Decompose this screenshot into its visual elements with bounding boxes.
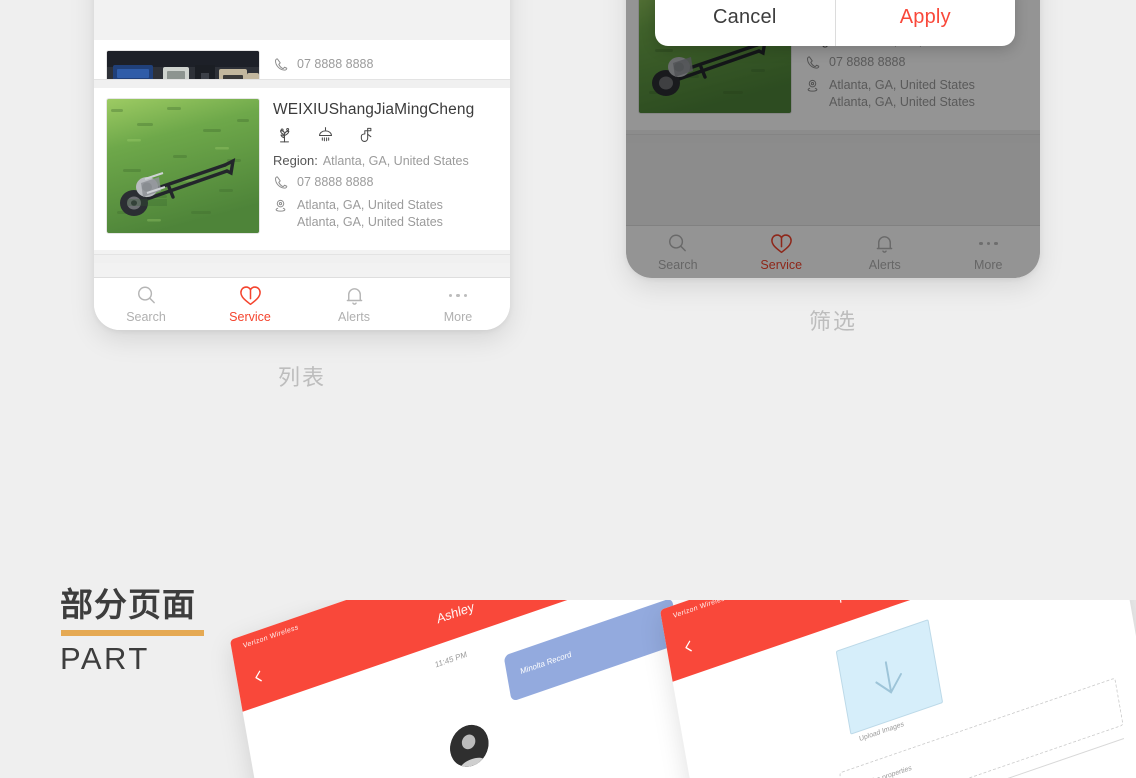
caption-filter: 筛选	[808, 310, 857, 335]
location-pin-icon	[273, 197, 291, 213]
perspective-mockup-area: Verizon Wireless 100% 4:21 PM Ashley 11:…	[0, 600, 1136, 778]
shop-thumbnail[interactable]	[106, 98, 260, 234]
phone-row: 07 8888 8888	[273, 174, 498, 191]
region-row: Region: Atlanta, GA, United States	[273, 153, 498, 168]
heart-icon	[238, 284, 263, 307]
tab-label: Service	[229, 310, 271, 324]
apply-button[interactable]: Apply	[836, 0, 1016, 46]
perspective-title: Ashley	[435, 600, 476, 627]
bottom-tab-bar: Search Service Alerts More	[94, 277, 510, 330]
back-arrow-icon[interactable]	[680, 636, 699, 662]
sprinkler-shower-icon	[316, 126, 335, 145]
tab-label: Search	[126, 310, 166, 324]
bell-icon	[343, 284, 366, 307]
status-carrier: Verizon Wireless	[672, 600, 730, 621]
phone-number: 07 8888 8888	[297, 175, 374, 189]
phone-icon	[273, 174, 291, 190]
more-dots-icon	[448, 285, 468, 307]
region-value: Atlanta, GA, United States	[322, 154, 469, 168]
cancel-button[interactable]: Cancel	[655, 0, 835, 46]
poster-canvas: 07 8888 8888 Atlanta, GA, United States …	[0, 0, 1136, 778]
list-screen: 07 8888 8888 Atlanta, GA, United States …	[94, 0, 510, 330]
phone-number: 07 8888 8888	[297, 57, 374, 71]
tab-alerts[interactable]: Alerts	[302, 284, 406, 324]
region-label: Region:	[273, 153, 318, 168]
phone-icon	[273, 56, 291, 72]
phone-row: 07 8888 8888	[273, 56, 498, 73]
caption-list: 列表	[277, 366, 326, 391]
list-bottom-divider	[94, 254, 510, 263]
search-icon	[135, 284, 158, 307]
shop-info: WEIXIUShangJiaMingCheng	[260, 98, 498, 238]
phone-mockup-list: 07 8888 8888 Atlanta, GA, United States …	[94, 0, 510, 330]
garden-plant-icon	[275, 126, 294, 145]
filter-dialog: Cancel Apply	[655, 0, 1015, 46]
status-carrier: Verizon Wireless	[242, 624, 300, 651]
shop-name: WEIXIUShangJiaMingCheng	[273, 101, 475, 118]
watering-boot-icon	[357, 126, 376, 145]
perspective-phone-right: Verizon Wireless 100% 4:19 PM Post Listi…	[660, 600, 1136, 778]
perspective-title: Post Listing	[837, 600, 903, 606]
back-arrow-icon[interactable]	[250, 666, 269, 692]
address-row: Atlanta, GA, United States Atlanta, GA, …	[273, 197, 498, 231]
list-item[interactable]: WEIXIUShangJiaMingCheng	[94, 88, 510, 250]
tab-more[interactable]: More	[406, 285, 510, 324]
tab-label: Alerts	[338, 310, 370, 324]
service-icon-group	[275, 126, 498, 145]
tab-service[interactable]: Service	[198, 284, 302, 324]
tab-search[interactable]: Search	[94, 284, 198, 324]
address-text: Atlanta, GA, United States Atlanta, GA, …	[297, 198, 443, 229]
tab-label: More	[443, 309, 473, 324]
